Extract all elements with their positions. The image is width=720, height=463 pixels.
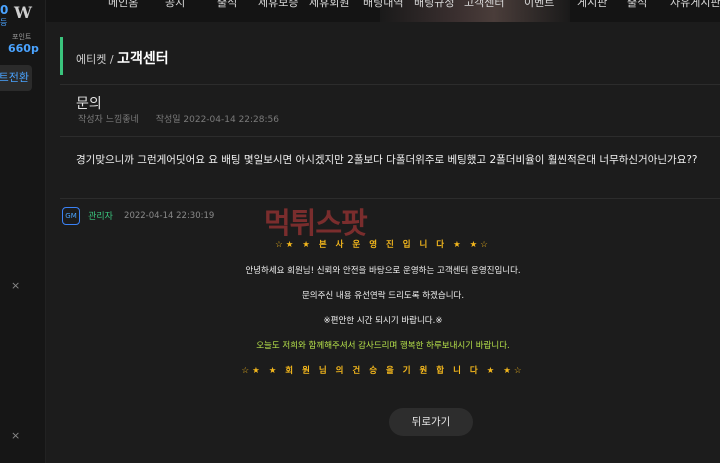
main-content: 에티켓 / 고객센터 문의 작성자 느낌좋네 작성일 2022-04-14 22… bbox=[46, 22, 720, 463]
divider bbox=[60, 198, 720, 199]
answer-line-intro: 안녕하세요 회원님! 신뢰와 안전을 바탕으로 운영하는 고객센터 운영진입니다… bbox=[245, 266, 521, 276]
answer-line-wish: ※편안한 시간 되시기 바랍니다.※ bbox=[323, 316, 443, 326]
nav-item-notice[interactable]: 공지 bbox=[165, 0, 185, 10]
nav-item-home[interactable]: 메인홈 bbox=[108, 0, 138, 10]
answer-time: 2022-04-14 22:30:19 bbox=[124, 210, 215, 221]
point-label: 포인트 bbox=[12, 33, 32, 41]
breadcrumb-parent[interactable]: 에티켓 / bbox=[76, 53, 114, 66]
watermark-text: 먹튀스팟 bbox=[264, 206, 368, 240]
answer-author: 관리자 bbox=[88, 212, 113, 222]
nav-item-bet-history[interactable]: 배팅내역 bbox=[363, 0, 403, 10]
point-convert-button[interactable]: 트전환 bbox=[0, 65, 32, 91]
nav-item-partner-members[interactable]: 제휴회원 bbox=[309, 0, 349, 10]
level-label: 등 bbox=[0, 18, 8, 27]
nav-item-checkin[interactable]: 출석 bbox=[627, 0, 647, 10]
nav-item-event[interactable]: 이벤트 bbox=[524, 0, 554, 10]
close-icon[interactable]: × bbox=[11, 429, 20, 442]
breadcrumb: 에티켓 / 고객센터 bbox=[76, 48, 169, 68]
post-date: 작성일 2022-04-14 22:28:56 bbox=[155, 115, 279, 125]
nav-item-bet-rules[interactable]: 배팅규정 bbox=[414, 0, 454, 10]
answer-header: GM 관리자 2022-04-14 22:30:19 bbox=[62, 205, 214, 225]
nav-item-attendance[interactable]: 출석 bbox=[217, 0, 237, 10]
top-navigation: 메인홈 공지 출석 제휴보증 제휴회원 배팅내역 배팅규정 고객센터 이벤트 게… bbox=[0, 0, 720, 22]
nav-item-board[interactable]: 게시판 bbox=[577, 0, 607, 10]
answer-line-thanks: 오늘도 저희와 함께해주셔서 감사드리며 행복한 하루보내시기 바랍니다. bbox=[256, 341, 510, 351]
watermark-logo: 먹튀스팟 bbox=[264, 200, 464, 240]
post-meta: 작성자 느낌좋네 작성일 2022-04-14 22:28:56 bbox=[78, 112, 293, 125]
breadcrumb-accent-bar bbox=[60, 37, 63, 75]
back-button[interactable]: 뒤로가기 bbox=[389, 408, 473, 436]
answer-line-closing-banner: ☆★ ★ 회 원 님 의 건 승 을 기 원 합 니 다 ★ ★☆ bbox=[241, 366, 525, 376]
point-balance: 660p bbox=[8, 42, 39, 55]
close-icon[interactable]: × bbox=[11, 279, 20, 292]
level-value: 0 bbox=[0, 3, 9, 17]
nav-item-partner[interactable]: 제휴보증 bbox=[258, 0, 298, 10]
left-sidebar: 0 등 W 포인트 660p 트전환 × × bbox=[0, 0, 46, 463]
divider bbox=[60, 84, 720, 85]
post-author: 작성자 느낌좋네 bbox=[78, 115, 139, 125]
answer-line-greeting-banner: ☆★ ★ 본 사 운 영 진 입 니 다 ★ ★☆ bbox=[275, 240, 491, 250]
answer-line-contact: 문의주신 내용 유선연락 드리도록 하겠습니다. bbox=[301, 291, 465, 301]
divider bbox=[60, 136, 720, 137]
post-body: 경기맞으니까 그런게어딧어요 요 배팅 몇일보시면 아시겠지만 2폴보다 다폴더… bbox=[76, 154, 698, 166]
site-logo-icon[interactable]: W bbox=[14, 3, 32, 22]
post-title: 문의 bbox=[76, 96, 102, 112]
nav-item-free-board[interactable]: 자유게시판 bbox=[670, 0, 720, 10]
nav-item-customer-center[interactable]: 고객센터 bbox=[464, 0, 504, 10]
gm-badge: GM bbox=[62, 206, 80, 225]
page-title: 고객센터 bbox=[117, 51, 169, 67]
